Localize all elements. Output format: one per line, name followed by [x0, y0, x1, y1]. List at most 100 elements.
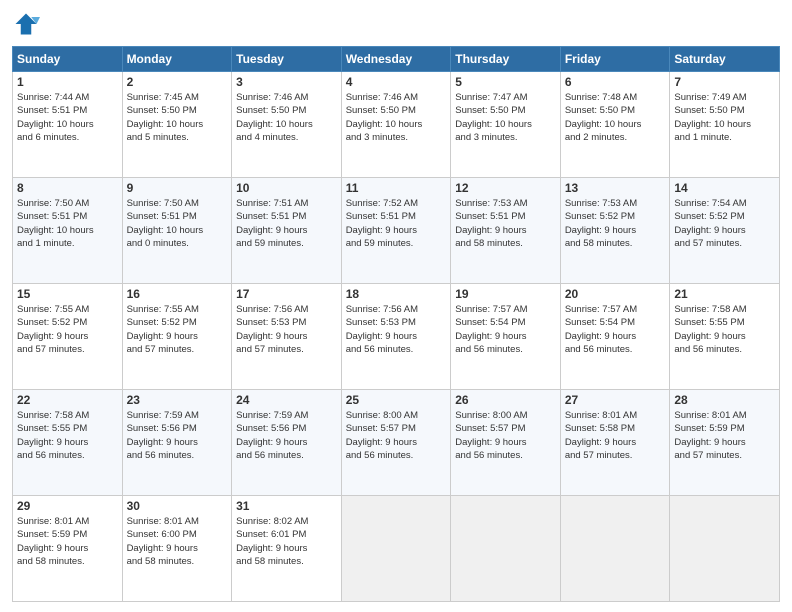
day-number: 7 [674, 75, 775, 89]
cell-details: Sunrise: 7:59 AMSunset: 5:56 PMDaylight:… [236, 409, 337, 462]
day-number: 16 [127, 287, 228, 301]
day-number: 3 [236, 75, 337, 89]
cell-details: Sunrise: 7:59 AMSunset: 5:56 PMDaylight:… [127, 409, 228, 462]
cell-details: Sunrise: 8:01 AMSunset: 5:59 PMDaylight:… [674, 409, 775, 462]
cell-details: Sunrise: 7:56 AMSunset: 5:53 PMDaylight:… [346, 303, 447, 356]
day-number: 4 [346, 75, 447, 89]
day-number: 6 [565, 75, 666, 89]
header [12, 10, 780, 38]
day-number: 24 [236, 393, 337, 407]
cell-details: Sunrise: 8:01 AMSunset: 5:59 PMDaylight:… [17, 515, 118, 568]
day-number: 1 [17, 75, 118, 89]
day-number: 28 [674, 393, 775, 407]
calendar-cell: 19 Sunrise: 7:57 AMSunset: 5:54 PMDayligh… [451, 284, 561, 390]
calendar-cell: 18 Sunrise: 7:56 AMSunset: 5:53 PMDayligh… [341, 284, 451, 390]
weekday-header-saturday: Saturday [670, 47, 780, 72]
calendar-cell: 26 Sunrise: 8:00 AMSunset: 5:57 PMDayligh… [451, 390, 561, 496]
calendar-cell: 10Sunrise: 7:51 AMSunset: 5:51 PMDayligh… [232, 178, 342, 284]
day-number: 9 [127, 181, 228, 195]
cell-details: Sunrise: 7:53 AMSunset: 5:51 PMDaylight:… [455, 197, 556, 250]
calendar-cell: 1Sunrise: 7:44 AMSunset: 5:51 PMDaylight… [13, 72, 123, 178]
calendar-cell: 4 Sunrise: 7:46 AMSunset: 5:50 PMDaylight… [341, 72, 451, 178]
calendar-cell [451, 496, 561, 602]
calendar-cell: 5 Sunrise: 7:47 AMSunset: 5:50 PMDaylight… [451, 72, 561, 178]
calendar-cell: 22 Sunrise: 7:58 AMSunset: 5:55 PMDayligh… [13, 390, 123, 496]
calendar-cell: 12 Sunrise: 7:53 AMSunset: 5:51 PMDayligh… [451, 178, 561, 284]
cell-details: Sunrise: 7:54 AMSunset: 5:52 PMDaylight:… [674, 197, 775, 250]
calendar-cell: 25 Sunrise: 8:00 AMSunset: 5:57 PMDayligh… [341, 390, 451, 496]
calendar-cell: 21Sunrise: 7:58 AMSunset: 5:55 PMDayligh… [670, 284, 780, 390]
cell-details: Sunrise: 7:50 AMSunset: 5:51 PMDaylight:… [127, 197, 228, 250]
cell-details: Sunrise: 7:46 AMSunset: 5:50 PMDaylight:… [346, 91, 447, 144]
weekday-header-thursday: Thursday [451, 47, 561, 72]
page: SundayMondayTuesdayWednesdayThursdayFrid… [0, 0, 792, 612]
cell-details: Sunrise: 7:55 AMSunset: 5:52 PMDaylight:… [127, 303, 228, 356]
cell-details: Sunrise: 7:57 AMSunset: 5:54 PMDaylight:… [565, 303, 666, 356]
day-number: 18 [346, 287, 447, 301]
calendar-cell: 2 Sunrise: 7:45 AMSunset: 5:50 PMDaylight… [122, 72, 232, 178]
day-number: 22 [17, 393, 118, 407]
cell-details: Sunrise: 8:02 AMSunset: 6:01 PMDaylight:… [236, 515, 337, 568]
calendar-cell [560, 496, 670, 602]
day-number: 27 [565, 393, 666, 407]
day-number: 17 [236, 287, 337, 301]
calendar-table: SundayMondayTuesdayWednesdayThursdayFrid… [12, 46, 780, 602]
weekday-header-monday: Monday [122, 47, 232, 72]
cell-details: Sunrise: 7:47 AMSunset: 5:50 PMDaylight:… [455, 91, 556, 144]
calendar-week-1: 1Sunrise: 7:44 AMSunset: 5:51 PMDaylight… [13, 72, 780, 178]
calendar-cell: 13 Sunrise: 7:53 AMSunset: 5:52 PMDayligh… [560, 178, 670, 284]
calendar-cell: 15 Sunrise: 7:55 AMSunset: 5:52 PMDayligh… [13, 284, 123, 390]
calendar-cell: 24 Sunrise: 7:59 AMSunset: 5:56 PMDayligh… [232, 390, 342, 496]
cell-details: Sunrise: 7:58 AMSunset: 5:55 PMDaylight:… [674, 303, 775, 356]
cell-details: Sunrise: 7:46 AMSunset: 5:50 PMDaylight:… [236, 91, 337, 144]
calendar-cell: 30 Sunrise: 8:01 AMSunset: 6:00 PMDayligh… [122, 496, 232, 602]
calendar-cell: 8Sunrise: 7:50 AMSunset: 5:51 PMDaylight… [13, 178, 123, 284]
calendar-week-4: 22 Sunrise: 7:58 AMSunset: 5:55 PMDayligh… [13, 390, 780, 496]
day-number: 15 [17, 287, 118, 301]
cell-details: Sunrise: 7:57 AMSunset: 5:54 PMDaylight:… [455, 303, 556, 356]
logo-icon [12, 10, 40, 38]
weekday-header-tuesday: Tuesday [232, 47, 342, 72]
cell-details: Sunrise: 8:00 AMSunset: 5:57 PMDaylight:… [346, 409, 447, 462]
calendar-cell: 27Sunrise: 8:01 AMSunset: 5:58 PMDayligh… [560, 390, 670, 496]
logo [12, 10, 44, 38]
calendar-cell [341, 496, 451, 602]
calendar-cell: 11 Sunrise: 7:52 AMSunset: 5:51 PMDayligh… [341, 178, 451, 284]
day-number: 25 [346, 393, 447, 407]
calendar-cell: 28 Sunrise: 8:01 AMSunset: 5:59 PMDayligh… [670, 390, 780, 496]
day-number: 8 [17, 181, 118, 195]
day-number: 2 [127, 75, 228, 89]
calendar-cell: 31Sunrise: 8:02 AMSunset: 6:01 PMDayligh… [232, 496, 342, 602]
calendar-cell: 3 Sunrise: 7:46 AMSunset: 5:50 PMDaylight… [232, 72, 342, 178]
day-number: 5 [455, 75, 556, 89]
cell-details: Sunrise: 7:48 AMSunset: 5:50 PMDaylight:… [565, 91, 666, 144]
day-number: 14 [674, 181, 775, 195]
cell-details: Sunrise: 8:01 AMSunset: 6:00 PMDaylight:… [127, 515, 228, 568]
day-number: 11 [346, 181, 447, 195]
day-number: 12 [455, 181, 556, 195]
calendar-cell: 14 Sunrise: 7:54 AMSunset: 5:52 PMDayligh… [670, 178, 780, 284]
calendar-cell: 20 Sunrise: 7:57 AMSunset: 5:54 PMDayligh… [560, 284, 670, 390]
weekday-header-sunday: Sunday [13, 47, 123, 72]
calendar-week-2: 8 Sunrise: 7:50 AMSunset: 5:51 PMDaylight… [13, 178, 780, 284]
day-number: 20 [565, 287, 666, 301]
cell-details: Sunrise: 7:53 AMSunset: 5:52 PMDaylight:… [565, 197, 666, 250]
cell-details: Sunrise: 8:00 AMSunset: 5:57 PMDaylight:… [455, 409, 556, 462]
day-number: 10 [236, 181, 337, 195]
day-number: 19 [455, 287, 556, 301]
calendar-cell: 6 Sunrise: 7:48 AMSunset: 5:50 PMDaylight… [560, 72, 670, 178]
day-number: 13 [565, 181, 666, 195]
cell-details: Sunrise: 7:52 AMSunset: 5:51 PMDaylight:… [346, 197, 447, 250]
day-number: 26 [455, 393, 556, 407]
day-number: 30 [127, 499, 228, 513]
calendar-cell: 23 Sunrise: 7:59 AMSunset: 5:56 PMDayligh… [122, 390, 232, 496]
cell-details: Sunrise: 7:55 AMSunset: 5:52 PMDaylight:… [17, 303, 118, 356]
calendar-cell: 9 Sunrise: 7:50 AMSunset: 5:51 PMDaylight… [122, 178, 232, 284]
cell-details: Sunrise: 7:58 AMSunset: 5:55 PMDaylight:… [17, 409, 118, 462]
day-number: 23 [127, 393, 228, 407]
calendar-cell: 29Sunrise: 8:01 AMSunset: 5:59 PMDayligh… [13, 496, 123, 602]
calendar-cell [670, 496, 780, 602]
weekday-header-friday: Friday [560, 47, 670, 72]
cell-details: Sunrise: 7:45 AMSunset: 5:50 PMDaylight:… [127, 91, 228, 144]
calendar-cell: 7Sunrise: 7:49 AMSunset: 5:50 PMDaylight… [670, 72, 780, 178]
